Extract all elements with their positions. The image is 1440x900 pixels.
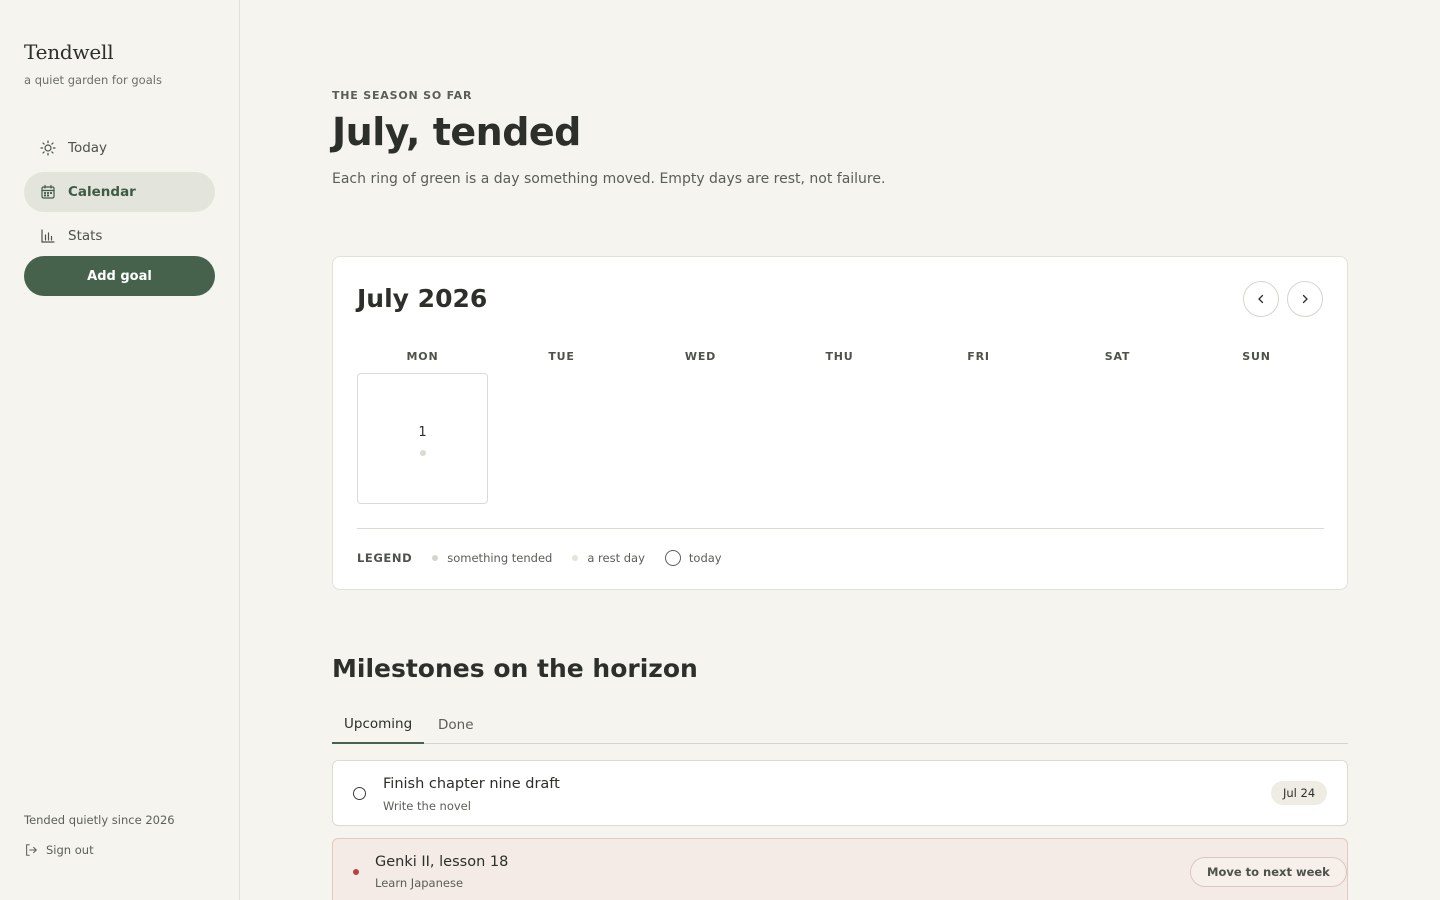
sign-out-link[interactable]: Sign out — [24, 843, 94, 857]
legend-label: LEGEND — [357, 551, 413, 565]
sidebar: Tendwell a quiet garden for goals Today … — [0, 0, 240, 900]
brand-name: Tendwell — [24, 40, 114, 64]
legend-today: today — [688, 551, 722, 565]
weekday-label: SUN — [1242, 350, 1271, 363]
legend-rest: a rest day — [587, 551, 645, 565]
weekday-label: SAT — [1104, 350, 1131, 363]
move-to-next-week-button[interactable]: Move to next week — [1190, 857, 1347, 887]
bar-chart-icon — [40, 228, 56, 244]
due-date-badge: Jul 24 — [1271, 781, 1328, 805]
previous-month-button[interactable] — [1243, 281, 1279, 317]
milestone-row-overdue[interactable]: Genki II, lesson 18 Learn Japanese Move … — [332, 838, 1348, 900]
milestones-title: Milestones on the horizon — [332, 654, 698, 683]
page-subtitle: Each ring of green is a day something mo… — [332, 171, 886, 187]
divider — [357, 528, 1324, 529]
tab-upcoming[interactable]: Upcoming — [332, 706, 425, 744]
overdue-dot-icon — [353, 869, 359, 875]
chevron-left-icon — [1258, 294, 1264, 304]
weekday-header: MON TUE WED THU FRI SAT SUN — [357, 350, 1324, 366]
rest-day-dot — [420, 450, 426, 456]
sidebar-item-label: Today — [68, 140, 108, 156]
milestone-row[interactable]: Finish chapter nine draft Write the nove… — [332, 760, 1348, 826]
sidebar-item-label: Stats — [68, 228, 103, 244]
page-eyebrow: THE SEASON SO FAR — [332, 89, 473, 102]
add-goal-button[interactable]: Add goal — [24, 256, 215, 296]
calendar-day[interactable]: 1 — [357, 373, 488, 504]
chevron-right-icon — [1302, 294, 1308, 304]
milestone-goal: Write the novel — [383, 799, 471, 813]
sidebar-item-today[interactable]: Today — [24, 128, 215, 168]
weekday-label: MON — [406, 350, 439, 363]
weekday-label: FRI — [967, 350, 990, 363]
today-ring-icon — [664, 550, 681, 566]
sun-icon — [40, 140, 56, 156]
sign-out-label: Sign out — [46, 843, 94, 857]
sign-out-icon — [26, 844, 37, 856]
weekday-label: WED — [684, 350, 717, 363]
calendar-month-title: July 2026 — [357, 284, 488, 313]
weekday-label: TUE — [548, 350, 575, 363]
legend-tended: something tended — [447, 551, 553, 565]
brand-tagline: a quiet garden for goals — [24, 73, 162, 87]
milestone-title: Finish chapter nine draft — [383, 776, 560, 792]
sidebar-item-stats[interactable]: Stats — [24, 216, 215, 256]
tended-dot-icon — [432, 555, 439, 561]
calendar-icon — [40, 184, 56, 200]
milestone-title: Genki II, lesson 18 — [375, 854, 509, 870]
tab-done[interactable]: Done — [426, 706, 486, 744]
rest-dot-icon — [572, 555, 579, 561]
milestone-tabs: Upcoming Done — [332, 706, 1348, 744]
calendar-legend: LEGEND something tended a rest day today — [357, 549, 742, 567]
weekday-label: THU — [825, 350, 854, 363]
milestone-checkbox[interactable] — [353, 787, 366, 800]
calendar-card: July 2026 MON TUE WED THU FRI SAT SUN 1 … — [332, 256, 1348, 590]
footer-note: Tended quietly since 2026 — [24, 813, 175, 827]
day-number: 1 — [418, 425, 427, 440]
sidebar-item-label: Calendar — [68, 184, 136, 200]
page-title: July, tended — [332, 110, 581, 154]
sidebar-item-calendar[interactable]: Calendar — [24, 172, 215, 212]
next-month-button[interactable] — [1287, 281, 1323, 317]
milestone-goal: Learn Japanese — [375, 876, 464, 890]
